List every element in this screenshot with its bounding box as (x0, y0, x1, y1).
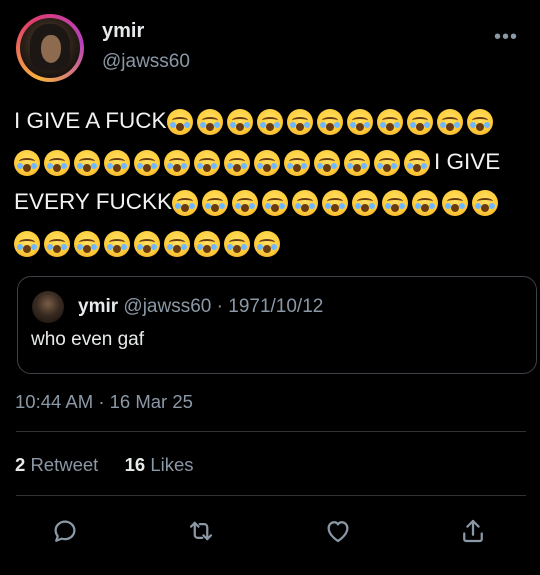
quoted-author-name: ymir (78, 296, 119, 317)
timestamp-date: 16 Mar 25 (109, 391, 193, 412)
loudly-crying-face-emoji (344, 149, 370, 176)
share-icon[interactable] (458, 516, 488, 546)
loudly-crying-face-emoji (224, 149, 250, 176)
loudly-crying-face-emoji (374, 149, 400, 176)
quoted-avatar (32, 291, 64, 323)
loudly-crying-face-emoji (226, 109, 253, 136)
quoted-text: who even gaf (31, 329, 145, 350)
timestamp-separator: · (98, 391, 105, 412)
tweet-timestamp[interactable]: 10:44 AM · 16 Mar 25 (15, 391, 193, 413)
loudly-crying-face-emoji (14, 149, 40, 176)
loudly-crying-face-emoji (44, 230, 70, 257)
loudly-crying-face-emoji (284, 149, 310, 176)
tweet-text: I GIVE A FUCK I GIVE EVERY FUCKK (14, 101, 526, 263)
loudly-crying-face-emoji (164, 149, 190, 176)
loudly-crying-face-emoji (201, 190, 228, 217)
loudly-crying-face-emoji (196, 109, 223, 136)
loudly-crying-face-emoji (14, 230, 40, 257)
tweet-text-segment: I GIVE A FUCK (14, 108, 167, 133)
loudly-crying-face-emoji (74, 149, 100, 176)
loudly-crying-face-emoji (166, 109, 193, 136)
loudly-crying-face-emoji (346, 109, 373, 136)
timestamp-time: 10:44 AM (15, 391, 94, 412)
retweets-label: Retweet (30, 454, 99, 475)
loudly-crying-face-emoji (104, 230, 130, 257)
retweets-count: 2 (15, 454, 26, 475)
likes-count: 16 (124, 454, 146, 475)
loudly-crying-face-emoji (286, 109, 313, 136)
loudly-crying-face-emoji (194, 230, 220, 257)
loudly-crying-face-emoji (104, 149, 130, 176)
loudly-crying-face-emoji (164, 230, 190, 257)
action-bar (0, 512, 540, 552)
loudly-crying-face-emoji (171, 190, 198, 217)
engagement-stats: 2 Retweet 16 Likes (15, 454, 194, 476)
loudly-crying-face-emoji (231, 190, 258, 217)
quoted-date: 1971/10/12 (228, 296, 324, 317)
divider (16, 495, 526, 496)
loudly-crying-face-emoji (376, 109, 403, 136)
loudly-crying-face-emoji (134, 149, 160, 176)
loudly-crying-face-emoji (381, 190, 408, 217)
loudly-crying-face-emoji (224, 230, 250, 257)
retweets-stat[interactable]: 2 Retweet (15, 454, 98, 475)
loudly-crying-face-emoji (314, 149, 340, 176)
loudly-crying-face-emoji (404, 149, 430, 176)
loudly-crying-face-emoji (44, 149, 70, 176)
retweet-icon[interactable] (186, 516, 216, 546)
tweet-line: I GIVE A FUCK (14, 101, 526, 142)
loudly-crying-face-emoji (261, 190, 288, 217)
tweet-text-segment: I GIVE (434, 148, 501, 174)
loudly-crying-face-emoji (256, 109, 283, 136)
loudly-crying-face-emoji (291, 190, 318, 217)
tweet-line (14, 223, 526, 264)
quoted-author-handle: @jawss60 (123, 296, 212, 317)
author-name[interactable]: ymir (102, 20, 144, 43)
loudly-crying-face-emoji (194, 149, 220, 176)
reply-icon[interactable] (50, 516, 80, 546)
loudly-crying-face-emoji (316, 109, 343, 136)
loudly-crying-face-emoji (471, 190, 498, 217)
avatar[interactable] (16, 14, 84, 82)
loudly-crying-face-emoji (466, 109, 493, 136)
loudly-crying-face-emoji (74, 230, 100, 257)
loudly-crying-face-emoji (411, 190, 438, 217)
more-icon[interactable]: ••• (494, 26, 518, 49)
divider (16, 431, 526, 432)
tweet-text-segment: EVERY FUCKK (14, 189, 172, 214)
quoted-separator: · (216, 296, 223, 317)
tweet-line: I GIVE (14, 142, 526, 183)
loudly-crying-face-emoji (134, 230, 160, 257)
loudly-crying-face-emoji (321, 190, 348, 217)
likes-stat[interactable]: 16 Likes (125, 454, 194, 475)
loudly-crying-face-emoji (351, 190, 378, 217)
loudly-crying-face-emoji (441, 190, 468, 217)
author-handle[interactable]: @jawss60 (102, 51, 190, 73)
quoted-header: ymir @jawss60 · 1971/10/12 (78, 296, 323, 318)
quoted-tweet[interactable]: ymir @jawss60 · 1971/10/12 who even gaf (17, 276, 537, 374)
loudly-crying-face-emoji (406, 109, 433, 136)
tweet-line: EVERY FUCKK (14, 182, 526, 223)
loudly-crying-face-emoji (254, 149, 280, 176)
loudly-crying-face-emoji (436, 109, 463, 136)
likes-label: Likes (150, 454, 194, 475)
tweet-header: ymir @jawss60 ••• (16, 14, 524, 82)
like-icon[interactable] (323, 516, 353, 546)
loudly-crying-face-emoji (254, 230, 280, 257)
